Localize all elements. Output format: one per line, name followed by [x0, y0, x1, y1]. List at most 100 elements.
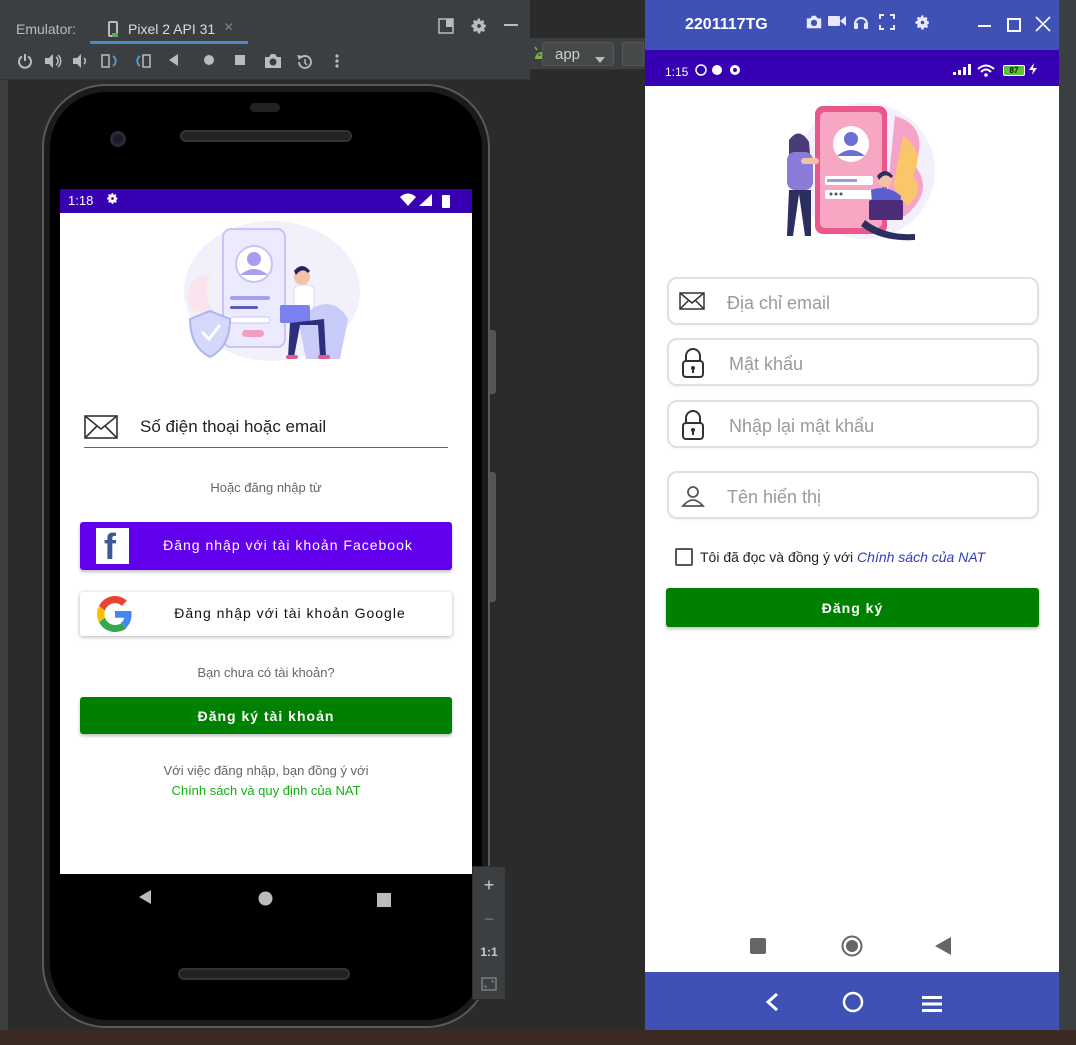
signal-icon: [953, 64, 971, 78]
input-underline: [84, 447, 448, 448]
password-placeholder: Mật khẩu: [729, 354, 804, 374]
agreement-text: Với việc đăng nhập, bạn đồng ý với: [163, 763, 369, 778]
password-field[interactable]: Mật khẩu: [667, 338, 1039, 386]
register-button[interactable]: Đăng ký: [666, 588, 1039, 627]
login-illustration: [184, 221, 360, 361]
back-icon[interactable]: [935, 937, 951, 960]
wifi-icon: [400, 193, 416, 209]
google-icon: [96, 596, 134, 637]
no-account-text: Bạn chưa có tài khoản?: [197, 665, 335, 680]
register-button-label: Đăng ký: [821, 600, 884, 616]
home-icon[interactable]: [841, 935, 863, 962]
charging-icon: [1029, 63, 1037, 78]
terms-label: Tôi đã đọc và đồng ý với: [700, 549, 854, 565]
or-login-with-text: Hoặc đăng nhập từ: [210, 480, 322, 495]
window-layout-icon[interactable]: [438, 18, 454, 39]
overview-icon[interactable]: [750, 938, 766, 959]
rotate-left-icon[interactable]: [100, 53, 120, 74]
settings-gear-icon[interactable]: [914, 14, 931, 36]
maximize-icon[interactable]: [1007, 18, 1021, 32]
nav-overview-icon[interactable]: [377, 891, 391, 912]
confirm-password-field[interactable]: Nhập lại mật khẩu: [667, 400, 1039, 448]
mail-icon: [84, 415, 118, 444]
tab-pixel-2-api-31[interactable]: Pixel 2 API 31 ×: [90, 10, 248, 44]
settings-gear-icon[interactable]: [470, 17, 488, 40]
fit-screen-icon[interactable]: [481, 977, 497, 996]
home-icon[interactable]: [202, 53, 216, 72]
status-bar: 1:18: [60, 189, 472, 213]
device-status-bar: 1:15 87: [645, 50, 1059, 86]
circle-home-icon[interactable]: [842, 991, 864, 1019]
confirm-password-placeholder: Nhập lại mật khẩu: [729, 416, 875, 436]
zoom-actual-size-button[interactable]: 1:1: [473, 945, 505, 959]
overview-icon[interactable]: [233, 53, 247, 72]
headphones-icon[interactable]: [853, 14, 869, 35]
gear-icon: [106, 192, 119, 208]
rotate-right-icon[interactable]: [133, 53, 153, 74]
tab-label: Pixel 2 API 31: [128, 21, 216, 37]
minimize-icon[interactable]: [504, 24, 518, 26]
close-icon[interactable]: [1035, 16, 1051, 37]
display-name-placeholder: Tên hiển thị: [727, 487, 822, 507]
menu-icon[interactable]: [922, 993, 942, 1019]
status-time: 1:18: [68, 193, 94, 208]
device-select[interactable]: [622, 42, 644, 66]
zoom-controls: + − 1:1: [472, 866, 506, 1000]
login-screen: 1:18 Số điện thoại hoặc email Hoặc đăng …: [60, 189, 472, 874]
facebook-logo-letter: f: [104, 526, 116, 567]
close-tab-icon[interactable]: ×: [224, 19, 233, 37]
display-name-field[interactable]: Tên hiển thị: [667, 471, 1039, 519]
status-time: 1:15: [665, 65, 689, 79]
lock-icon: [681, 348, 705, 383]
zoom-out-button[interactable]: −: [473, 909, 505, 930]
ide-right-strip: [1059, 0, 1076, 1045]
policy-link[interactable]: Chính sách và quy định của NAT: [60, 783, 472, 798]
minimize-icon[interactable]: [978, 25, 991, 27]
emulator-label: Emulator:: [16, 21, 76, 37]
google-login-button[interactable]: Đăng nhập với tài khoản Google: [80, 592, 452, 636]
phone-volume-key: [490, 472, 496, 602]
battery-indicator: 87: [1003, 65, 1025, 76]
zoom-in-button[interactable]: +: [473, 875, 505, 896]
camera-icon[interactable]: [263, 53, 283, 74]
terms-policy-link[interactable]: Chính sách của NAT: [857, 549, 985, 565]
more-options-icon[interactable]: [334, 53, 340, 74]
phone-speaker-top: [180, 130, 352, 142]
back-icon[interactable]: [168, 53, 180, 72]
facebook-icon: f: [96, 526, 129, 567]
terms-checkbox[interactable]: [675, 548, 693, 566]
device-mirror-window: 2201117TG 1:15 87 Địa chỉ email Mật khẩu…: [645, 0, 1059, 1030]
phone-power-key: [490, 330, 496, 394]
run-config-label: app: [555, 46, 581, 63]
nav-home-icon[interactable]: [258, 890, 273, 911]
device-nav-bar: [645, 918, 1059, 972]
power-icon[interactable]: [17, 53, 33, 74]
volume-down-icon[interactable]: [72, 53, 88, 74]
mirror-window-title: 2201117TG: [685, 16, 768, 33]
phone-or-email-input[interactable]: Số điện thoại hoặc email: [140, 417, 326, 437]
front-camera: [110, 131, 126, 147]
screenshot-icon[interactable]: [805, 14, 823, 35]
chevron-left-icon[interactable]: [765, 992, 779, 1018]
volume-up-icon[interactable]: [44, 53, 62, 74]
battery-icon: [442, 195, 450, 208]
run-configuration-select[interactable]: app: [542, 42, 614, 66]
email-field[interactable]: Địa chỉ email: [667, 277, 1039, 325]
device-icon: [108, 21, 118, 37]
notification-icons: [695, 64, 747, 79]
fullscreen-icon[interactable]: [879, 14, 895, 35]
nav-back-icon[interactable]: [138, 889, 152, 910]
signal-icon: [419, 194, 432, 209]
mirror-title-bar: 2201117TG: [645, 0, 1059, 50]
phone-speaker-bottom: [178, 968, 350, 980]
taskbar-strip: [0, 1030, 1076, 1045]
chevron-down-icon: [595, 51, 605, 68]
phone-sensor: [250, 103, 280, 112]
register-account-button[interactable]: Đăng ký tài khoản: [80, 697, 452, 734]
snapshot-restore-icon[interactable]: [296, 53, 314, 76]
mirror-control-bar: [645, 972, 1059, 1030]
facebook-login-button[interactable]: f Đăng nhập với tài khoản Facebook: [80, 522, 452, 570]
record-video-icon[interactable]: [828, 14, 846, 33]
facebook-button-label: Đăng nhập với tài khoản Facebook: [163, 537, 413, 553]
lock-icon: [681, 410, 705, 445]
